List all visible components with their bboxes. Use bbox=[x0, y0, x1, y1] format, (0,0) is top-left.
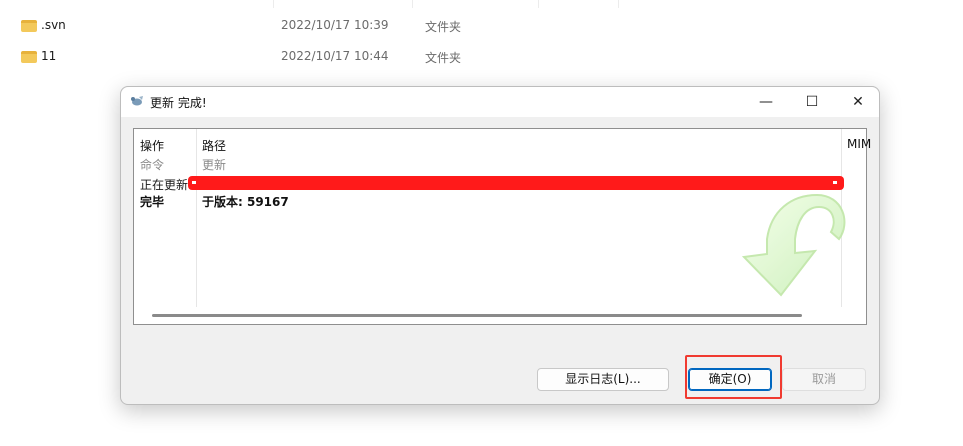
file-name: .svn bbox=[41, 18, 66, 32]
column-divider bbox=[538, 0, 539, 8]
row-action: 命令 bbox=[140, 158, 165, 172]
horizontal-scrollbar[interactable] bbox=[134, 307, 866, 324]
maximize-button[interactable]: ☐ bbox=[789, 87, 835, 117]
tortoisesvn-icon bbox=[131, 96, 143, 106]
file-row[interactable]: 11 2022/10/17 10:44 文件夹 bbox=[0, 45, 963, 69]
row-path: 于版本: 59167 bbox=[202, 195, 289, 209]
dialog-title: 更新 完成! bbox=[150, 96, 207, 110]
show-log-button[interactable]: 显示日志(L)... bbox=[537, 368, 669, 391]
file-row[interactable]: .svn 2022/10/17 10:39 文件夹 bbox=[0, 14, 963, 38]
close-button[interactable]: ✕ bbox=[835, 87, 881, 117]
column-divider bbox=[196, 129, 197, 307]
row-action: 完毕 bbox=[140, 195, 165, 209]
minimize-button[interactable]: — bbox=[743, 87, 789, 117]
title-bar[interactable]: 更新 完成! — ☐ ✕ bbox=[121, 87, 879, 117]
update-finished-dialog: 更新 完成! — ☐ ✕ 操作 路径 MIM 命令 更新 正在更新 完毕 于版本… bbox=[120, 86, 880, 405]
cancel-button: 取消 bbox=[782, 368, 866, 391]
column-header-action[interactable]: 操作 bbox=[140, 137, 164, 154]
column-header-mime[interactable]: MIM bbox=[847, 137, 871, 151]
folder-icon bbox=[21, 20, 37, 32]
row-path: 更新 bbox=[202, 158, 227, 172]
column-divider bbox=[412, 0, 413, 8]
file-type: 文件夹 bbox=[425, 20, 462, 34]
ok-button-highlight bbox=[685, 355, 782, 399]
update-arrow-icon bbox=[741, 193, 846, 297]
file-name: 11 bbox=[41, 49, 57, 63]
file-date: 2022/10/17 10:44 bbox=[281, 49, 389, 63]
column-header-path[interactable]: 路径 bbox=[202, 137, 226, 154]
column-divider bbox=[618, 0, 619, 8]
scrollbar-thumb[interactable] bbox=[152, 314, 802, 317]
file-date: 2022/10/17 10:39 bbox=[281, 18, 389, 32]
file-type: 文件夹 bbox=[425, 51, 462, 65]
row-action: 正在更新 bbox=[140, 178, 189, 192]
column-divider bbox=[273, 0, 274, 8]
folder-icon bbox=[21, 51, 37, 63]
